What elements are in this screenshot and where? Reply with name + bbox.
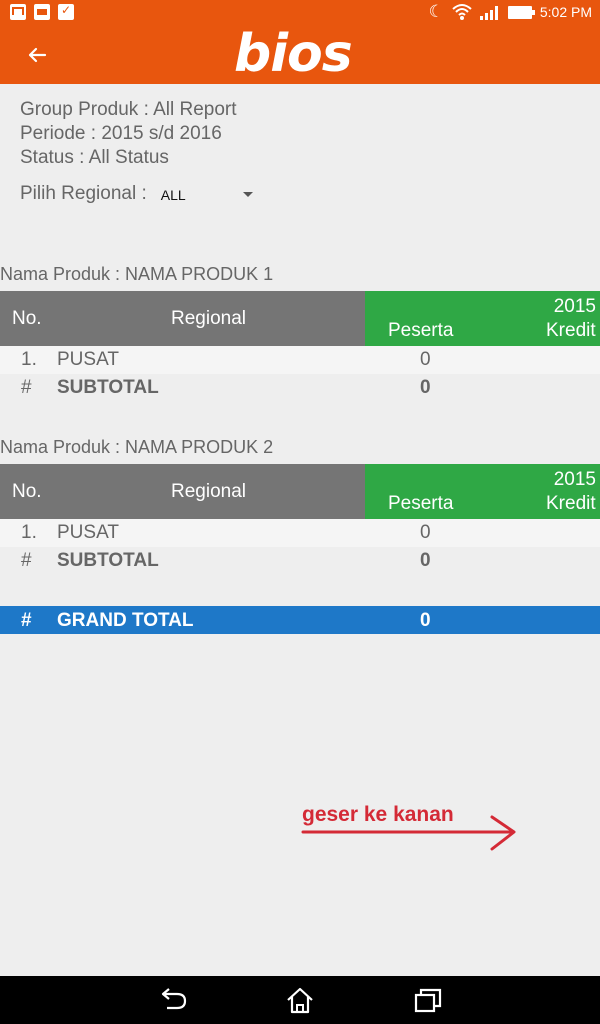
- header-year: 2015: [553, 296, 596, 317]
- subtotal-row: # SUBTOTAL 0: [0, 374, 600, 402]
- status-bar: ☾ 5:02 PM: [0, 0, 600, 26]
- product-title: Nama Produk : NAMA PRODUK 1: [0, 264, 274, 284]
- grand-total-symbol: #: [21, 610, 32, 631]
- wifi-icon: [452, 4, 472, 20]
- regional-selector-row: Pilih Regional : ALL: [20, 182, 257, 206]
- home-icon[interactable]: [284, 986, 316, 1014]
- app-bar: bios: [0, 26, 600, 84]
- row-no: 1.: [21, 522, 37, 543]
- table-header: No. Regional 2015 Peserta Kredit: [0, 291, 600, 346]
- header-no: No.: [12, 481, 42, 502]
- grand-total-value: 0: [420, 610, 431, 631]
- row-regional: PUSAT: [57, 349, 119, 370]
- header-regional: Regional: [171, 308, 246, 329]
- grand-total-row: # GRAND TOTAL 0: [0, 606, 600, 634]
- gallery-icon: [34, 4, 50, 20]
- product-title: Nama Produk : NAMA PRODUK 2: [0, 437, 274, 457]
- bios-logo: bios: [234, 24, 353, 84]
- chevron-down-icon: [242, 192, 253, 197]
- row-regional: PUSAT: [57, 522, 119, 543]
- subtotal-row: # SUBTOTAL 0: [0, 547, 600, 575]
- subtotal-value: 0: [420, 377, 431, 398]
- status-time: 5:02 PM: [539, 4, 592, 20]
- table-header-year: 2015 Peserta Kredit: [365, 291, 600, 346]
- subtotal-symbol: #: [21, 377, 32, 398]
- filter-info: Group Produk : All Report Periode : 2015…: [20, 98, 237, 170]
- row-peserta: 0: [420, 522, 431, 543]
- back-button[interactable]: [20, 38, 54, 72]
- back-icon[interactable]: [157, 986, 189, 1014]
- regional-dropdown[interactable]: ALL: [161, 182, 257, 206]
- table-row: 1. PUSAT 0: [0, 346, 600, 374]
- bag-icon: [58, 3, 74, 20]
- battery-icon: [507, 5, 535, 19]
- table-header: No. Regional 2015 Peserta Kredit: [0, 464, 600, 519]
- grand-total-label: GRAND TOTAL: [57, 610, 194, 631]
- row-no: 1.: [21, 349, 37, 370]
- moon-icon: ☾: [428, 2, 444, 21]
- table-header-left: No. Regional: [0, 291, 365, 346]
- header-kredit: Kredit: [546, 320, 596, 341]
- table-row: 1. PUSAT 0: [0, 519, 600, 547]
- arrow-left-icon: [28, 47, 47, 63]
- row-peserta: 0: [420, 349, 431, 370]
- mail-icon: [10, 4, 26, 20]
- header-peserta: Peserta: [388, 493, 454, 514]
- subtotal-symbol: #: [21, 550, 32, 571]
- subtotal-label: SUBTOTAL: [57, 550, 159, 571]
- table-header-left: No. Regional: [0, 464, 365, 519]
- regional-value: ALL: [160, 187, 186, 203]
- table-header-year: 2015 Peserta Kredit: [365, 464, 600, 519]
- system-nav-bar: [0, 976, 600, 1024]
- subtotal-value: 0: [420, 550, 431, 571]
- header-no: No.: [12, 308, 42, 329]
- header-peserta: Peserta: [388, 320, 454, 341]
- arrow-right-icon: [301, 815, 516, 851]
- status-text: Status : All Status: [20, 147, 169, 168]
- signal-icon: [479, 4, 500, 20]
- header-regional: Regional: [171, 481, 246, 502]
- header-year: 2015: [553, 469, 596, 490]
- regional-label: Pilih Regional :: [20, 183, 147, 204]
- header-kredit: Kredit: [546, 493, 596, 514]
- subtotal-label: SUBTOTAL: [57, 377, 159, 398]
- group-produk-text: Group Produk : All Report: [20, 99, 237, 120]
- periode-text: Periode : 2015 s/d 2016: [20, 123, 222, 144]
- recents-icon[interactable]: [412, 986, 444, 1014]
